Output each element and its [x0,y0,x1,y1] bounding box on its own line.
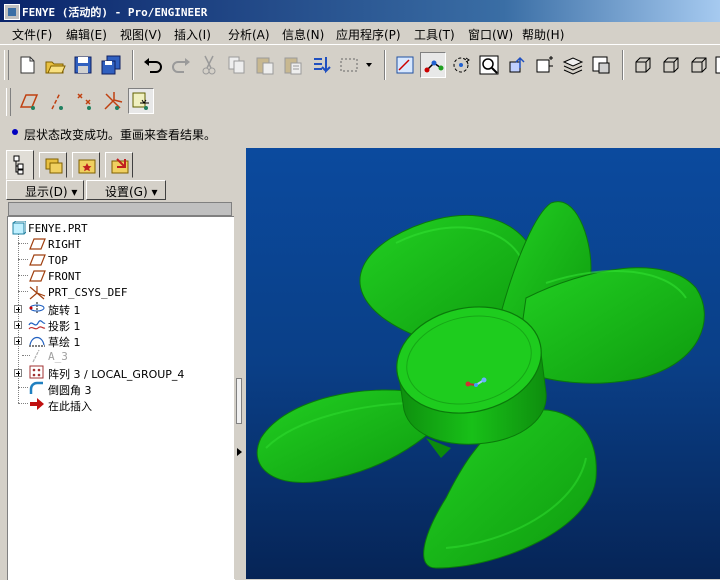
tab-favorites[interactable] [72,152,100,178]
panel-splitter[interactable] [234,148,246,579]
open-icon[interactable] [42,52,68,78]
datum-plane-display-icon[interactable] [16,88,42,114]
settings-button[interactable]: 设置(G) ▾ [86,180,166,200]
saved-views-icon[interactable] [588,52,614,78]
message-bullet-icon [12,129,18,135]
tab-model-tree[interactable] [6,150,34,180]
app-icon [4,4,20,20]
hidden-line-icon[interactable] [658,52,684,78]
paste-special-icon[interactable] [280,52,306,78]
save-copy-icon[interactable] [98,52,124,78]
window-title: FENYE (活动的) - Pro/ENGINEER [22,6,208,19]
sketch-view-icon[interactable] [392,52,418,78]
model-tree: FENYE.PRT RIGHT TOP FRONT PRT_CSYS_DEF 旋… [7,216,235,580]
menu-view[interactable]: 视图(V) [120,26,162,43]
menu-tools[interactable]: 工具(T) [414,26,455,43]
point-display-icon[interactable] [72,88,98,114]
menu-file[interactable]: 文件(F) [12,26,52,43]
expand-icon[interactable] [14,369,22,377]
layers-icon[interactable] [560,52,586,78]
datum-toolbar [0,84,720,120]
model-tree-icon [13,155,24,175]
csys-icon [29,286,46,300]
layers-folder-icon [45,158,63,174]
graphics-window[interactable] [246,148,720,579]
menu-help[interactable]: 帮助(H) [522,26,564,43]
expand-icon[interactable] [14,337,22,345]
propeller-model [256,201,705,569]
datum-plane-icon [29,238,46,250]
axis-icon [32,349,40,363]
wireframe-icon[interactable] [630,52,656,78]
favorites-icon [78,159,96,174]
new-icon[interactable] [14,52,40,78]
tree-column-header [8,202,232,216]
status-message: 层状态改变成功。重画来查看结果。 [24,128,217,142]
annotation-display-icon[interactable] [128,88,154,114]
splitter-handle[interactable] [236,378,242,424]
show-button[interactable]: 显示(D) ▾ [6,180,84,200]
expand-icon[interactable] [14,321,22,329]
redo-icon[interactable] [168,52,194,78]
toolbar-grip[interactable] [4,50,9,80]
regenerate-icon[interactable] [308,52,334,78]
menu-info[interactable]: 信息(N) [282,26,324,43]
model-display-icon[interactable] [504,52,530,78]
sketch-icon [29,336,45,347]
paste-icon[interactable] [252,52,278,78]
select-box-icon[interactable] [336,52,376,78]
view-manager-icon[interactable] [532,52,558,78]
pattern-icon [29,365,44,379]
zoom-window-icon[interactable] [476,52,502,78]
projection-icon [28,320,46,330]
csys-display-icon[interactable] [100,88,126,114]
menu-analysis[interactable]: 分析(A) [228,26,270,43]
save-icon[interactable] [70,52,96,78]
revolve-icon [29,302,45,314]
menu-bar: 文件(F) 编辑(E) 视图(V) 插入(I) 分析(A) 信息(N) 应用程序… [0,22,720,45]
datum-csys-display-icon[interactable] [420,52,446,78]
menu-window[interactable]: 窗口(W) [468,26,513,43]
shading-icon[interactable] [712,52,720,78]
cut-icon[interactable] [196,52,222,78]
browser-folder-icon [111,158,129,174]
part-icon [12,221,26,235]
copy-icon[interactable] [224,52,250,78]
axis-display-icon[interactable] [44,88,70,114]
title-bar: FENYE (活动的) - Pro/ENGINEER [0,0,720,22]
main-toolbar [0,46,720,85]
tab-layers[interactable] [39,152,67,178]
menu-applications[interactable]: 应用程序(P) [336,26,401,43]
expand-icon[interactable] [14,305,22,313]
round-icon [29,381,43,394]
tab-browser[interactable] [105,152,133,178]
spin-center-icon[interactable] [448,52,474,78]
message-area: 层状态改变成功。重画来查看结果。 [0,120,720,148]
navigator-panel: 显示(D) ▾ 设置(G) ▾ FENYE.PRT RIGHT TOP FRON… [0,148,240,580]
undo-icon[interactable] [140,52,166,78]
menu-edit[interactable]: 编辑(E) [66,26,107,43]
no-hidden-icon[interactable] [686,52,712,78]
collapse-arrow-icon[interactable] [237,448,242,456]
toolbar-grip[interactable] [6,88,11,116]
insert-here-icon [30,398,44,410]
datum-plane-icon [29,270,46,282]
datum-plane-icon [29,254,46,266]
menu-insert[interactable]: 插入(I) [174,26,211,43]
